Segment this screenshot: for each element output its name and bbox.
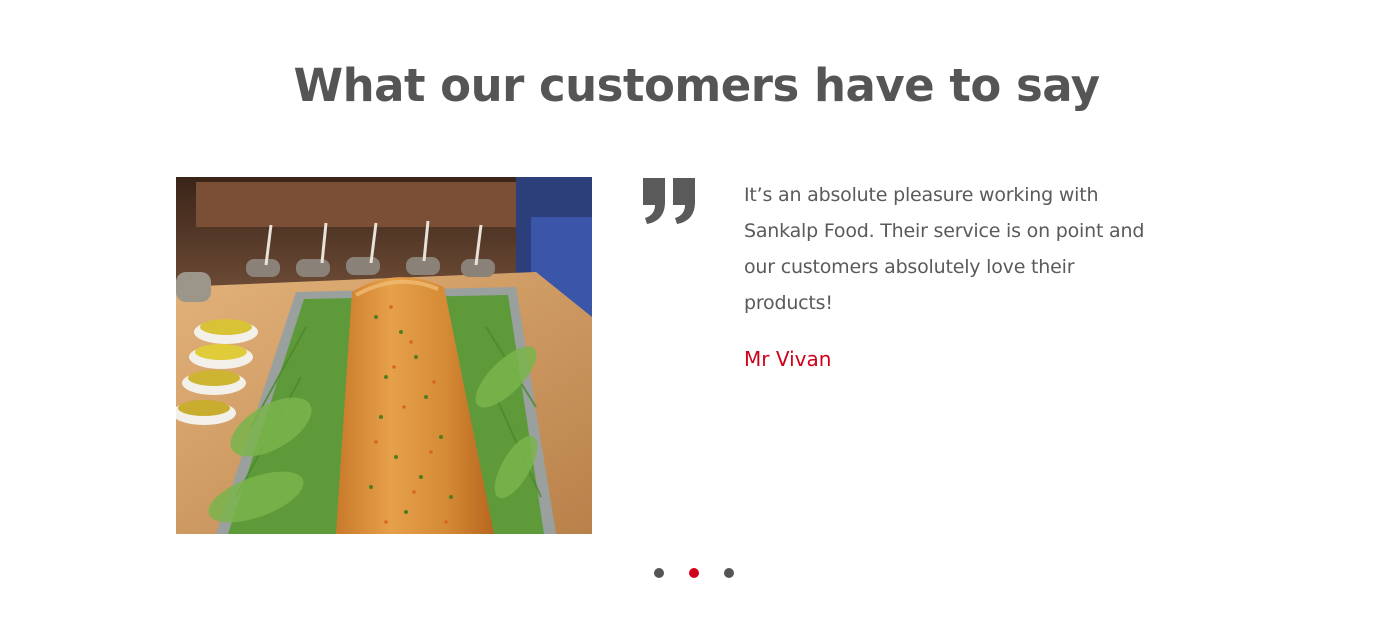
carousel-dot-3[interactable] <box>724 568 734 578</box>
testimonial-image <box>176 177 592 534</box>
carousel-dot-2[interactable] <box>689 568 699 578</box>
testimonial-text: It’s an absolute pleasure working with S… <box>744 184 1145 314</box>
carousel-pagination <box>654 568 734 580</box>
carousel-dot-1[interactable] <box>654 568 664 578</box>
closing-quote-icon <box>641 176 697 226</box>
section-title: What our customers have to say <box>293 59 1100 112</box>
testimonial-author: Mr Vivan <box>744 347 832 371</box>
